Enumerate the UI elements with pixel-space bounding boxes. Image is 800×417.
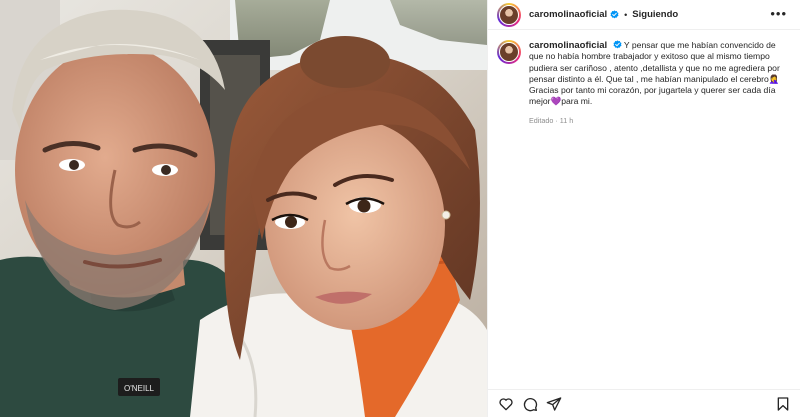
comment-icon[interactable] — [522, 396, 538, 412]
post-details-panel: caromolinaoficial • Siguiendo ••• caromo… — [487, 0, 800, 417]
meta-dot: · — [555, 115, 558, 125]
timestamp[interactable]: 11 h — [560, 116, 573, 125]
selfie-image: O'NEILL — [0, 0, 487, 417]
caption-body: caromolinaoficial Y pensar que me habían… — [529, 40, 791, 126]
verified-badge-icon — [613, 40, 622, 49]
following-button[interactable]: Siguiendo — [632, 9, 678, 20]
more-options-icon[interactable]: ••• — [770, 7, 787, 21]
caption-text-2: Gracias por tanto mi corazón, por jugart… — [529, 85, 776, 107]
avatar[interactable] — [497, 2, 521, 27]
shirt-logo: O'NEILL — [124, 384, 155, 393]
header-username[interactable]: caromolinaoficial — [529, 9, 607, 20]
action-bar — [488, 389, 800, 417]
edited-label: Editado — [529, 115, 554, 125]
caption: caromolinaoficial Y pensar que me habían… — [497, 40, 793, 126]
caption-avatar[interactable] — [497, 40, 521, 64]
heart-icon[interactable] — [498, 396, 514, 412]
caption-username[interactable]: caromolinaoficial — [529, 40, 607, 51]
verified-badge-icon — [610, 10, 619, 19]
post-photo[interactable]: O'NEILL — [0, 0, 487, 417]
caption-meta: Editado · 11 h — [529, 115, 791, 126]
bookmark-icon[interactable] — [775, 396, 791, 412]
share-icon[interactable] — [546, 396, 562, 412]
instagram-post: O'NEILL caromolinaoficial • Siguiendo ••… — [0, 0, 800, 417]
post-header: caromolinaoficial • Siguiendo ••• — [488, 0, 800, 30]
header-separator: • — [624, 9, 628, 20]
